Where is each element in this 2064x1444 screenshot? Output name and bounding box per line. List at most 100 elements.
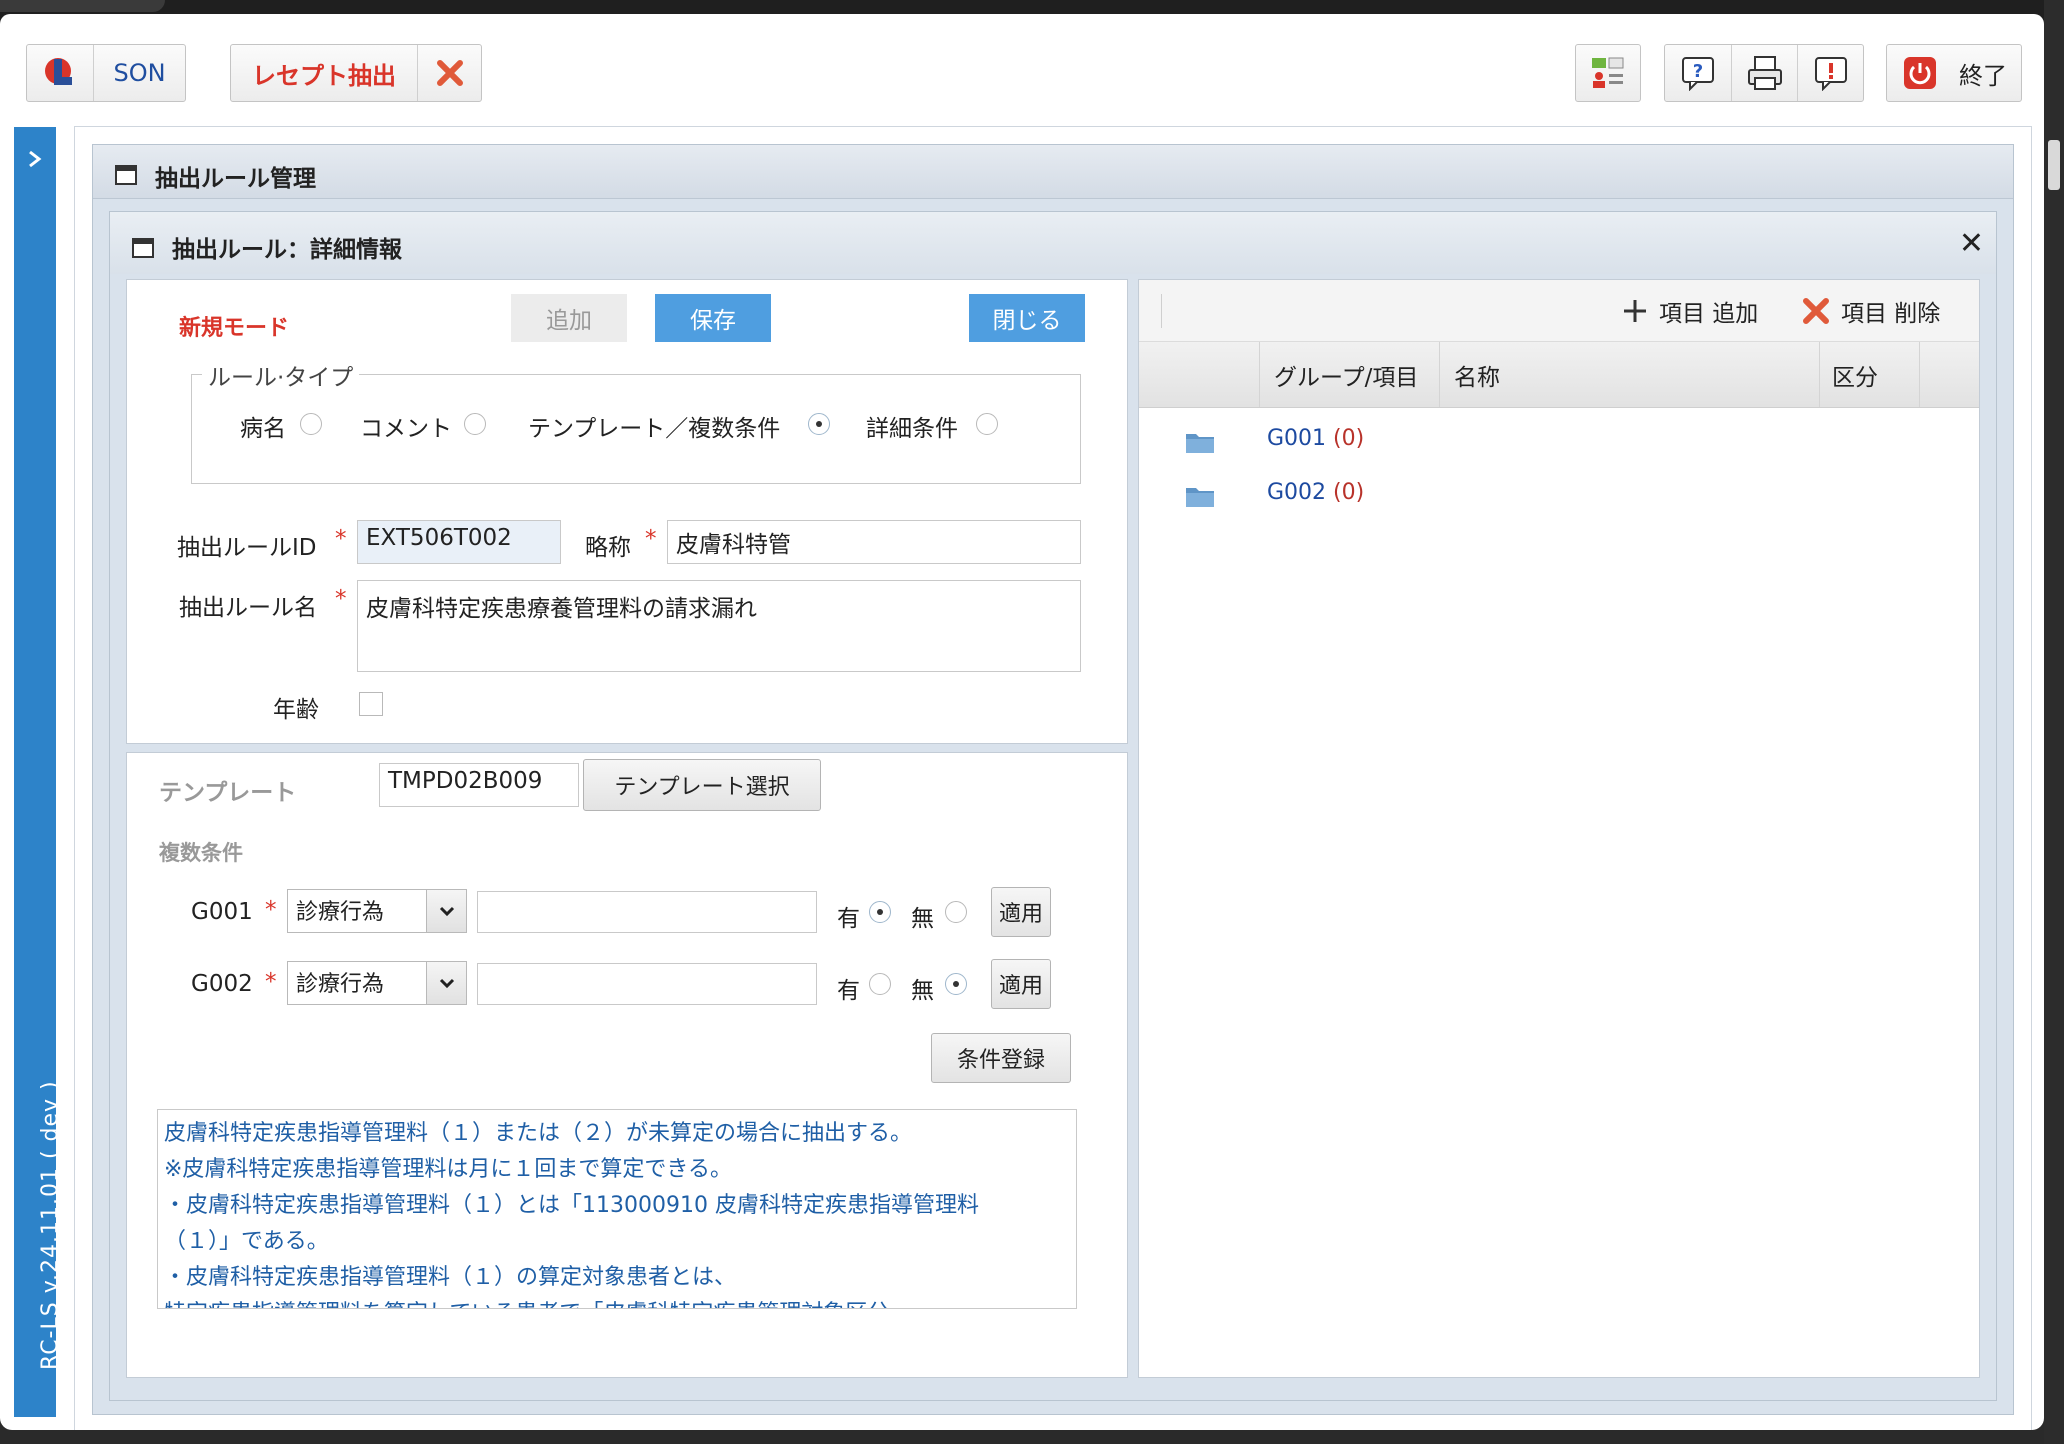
rule-name-field[interactable]: 皮膚科特定疾患療養管理料の請求漏れ: [357, 580, 1081, 672]
plus-icon: [1624, 300, 1646, 322]
condition-yes-radio[interactable]: [869, 901, 891, 923]
description-line: 特定疾患指導管理料を算定している患者で「皮膚科特定疾患管理対象区分: [164, 1296, 1070, 1308]
save-button[interactable]: 保存: [655, 294, 771, 342]
description-line: 皮膚科特定疾患指導管理料（１）または（２）が未算定の場合に抽出する。: [164, 1121, 913, 1146]
column-header-spacer: [1919, 342, 1981, 407]
condition-value-field[interactable]: [477, 891, 817, 933]
rule-type-fieldset: ルール·タイプ 病名 コメント テンプレート／複数条件 詳細条件: [191, 358, 1081, 484]
condition-yes-radio[interactable]: [869, 973, 891, 995]
template-label: テンプレート: [159, 780, 297, 806]
rule-management-header: 抽出ルール管理: [93, 145, 2013, 199]
description-line: ・皮膚科特定疾患指導管理料（１）とは「113000910 皮膚科特定疾患指導管理…: [164, 1193, 979, 1218]
description-line: ※皮膚科特定疾患指導管理料は月に１回まで算定できる。: [164, 1157, 732, 1182]
column-header-group[interactable]: グループ/項目: [1259, 342, 1439, 407]
group-toolbar: 項目 追加 項目 削除: [1139, 280, 1979, 342]
delete-item-label: 項目 削除: [1841, 301, 1941, 327]
folder-icon: [1186, 434, 1214, 453]
condition-type-select[interactable]: 診療行為: [287, 889, 467, 933]
column-header-name[interactable]: 名称: [1439, 342, 1819, 407]
description-line: （１）」である。: [164, 1229, 329, 1254]
apply-button[interactable]: 適用: [991, 887, 1051, 937]
no-label: 無: [911, 978, 934, 1004]
browser-tab-stub: [0, 0, 165, 12]
rule-type-label: コメント: [360, 416, 452, 442]
rule-type-label: 病名: [240, 416, 286, 442]
rule-name-label: 抽出ルール名: [179, 595, 317, 621]
close-button[interactable]: 閉じる: [969, 294, 1085, 342]
background-right-edge: [2044, 0, 2064, 1444]
condition-group-label: G001: [191, 899, 253, 925]
rule-form-panel: 新規モード 追加 保存 閉じる ルール·タイプ 病名 コメント テンプレート／複…: [126, 279, 1128, 744]
column-header-category[interactable]: 区分: [1819, 342, 1919, 407]
group-count: (0): [1333, 426, 1365, 451]
required-mark: *: [645, 526, 657, 552]
register-condition-button[interactable]: 条件登録: [931, 1033, 1071, 1083]
rule-id-field[interactable]: EXT506T002: [357, 520, 561, 564]
exit-label: 終了: [1959, 61, 2007, 90]
required-mark: *: [265, 897, 277, 923]
version-label: RC-LS v.24.11.01 ( dev ): [38, 1080, 63, 1370]
template-select-button[interactable]: テンプレート選択: [583, 759, 821, 811]
add-item-label: 項目 追加: [1659, 301, 1759, 327]
condition-type-value: 診療行為: [296, 900, 385, 925]
id-card-icon: [1576, 45, 1640, 101]
condition-group-label: G002: [191, 971, 253, 997]
rule-type-label: 詳細条件: [866, 416, 958, 442]
group-grid-header: グループ/項目 名称 区分: [1139, 342, 1979, 408]
close-tab-icon[interactable]: [417, 45, 481, 101]
group-id: G001: [1267, 426, 1327, 451]
mode-label: 新規モード: [179, 316, 290, 341]
receipt-extract-tab[interactable]: レセプト抽出: [230, 44, 482, 102]
receipt-extract-label: レセプト抽出: [252, 61, 396, 90]
delete-item-button[interactable]: 項目 削除: [1801, 294, 1940, 328]
tree-row[interactable]: G001 (0): [1139, 422, 1979, 468]
template-field[interactable]: TMPD02B009: [379, 763, 579, 807]
print-icon[interactable]: [1731, 45, 1797, 101]
required-mark: *: [335, 586, 347, 612]
window-icon: [132, 238, 154, 258]
rule-type-radio-template[interactable]: [808, 413, 830, 435]
required-mark: *: [265, 969, 277, 995]
rule-detail-title: 抽出ルール：詳細情報: [172, 237, 402, 263]
yes-label: 有: [837, 978, 860, 1004]
rule-type-label: テンプレート／複数条件: [528, 416, 781, 442]
folder-icon: [1186, 488, 1214, 507]
user-settings-button[interactable]: [1575, 44, 1641, 102]
add-button[interactable]: 追加: [511, 294, 627, 342]
help-icon[interactable]: ?: [1665, 45, 1731, 101]
power-icon: [1887, 45, 1953, 101]
apply-button[interactable]: 適用: [991, 959, 1051, 1009]
age-label: 年齢: [273, 697, 319, 723]
condition-no-radio[interactable]: [945, 901, 967, 923]
rule-management-title: 抽出ルール管理: [155, 166, 316, 192]
description-textarea[interactable]: 皮膚科特定疾患指導管理料（１）または（２）が未算定の場合に抽出する。 ※皮膚科特…: [157, 1109, 1077, 1309]
expand-sidebar-icon[interactable]: [27, 149, 43, 173]
yes-label: 有: [837, 906, 860, 932]
close-dialog-icon[interactable]: ✕: [1959, 226, 1984, 261]
age-checkbox[interactable]: [359, 692, 383, 716]
app-son-button[interactable]: SON: [26, 44, 186, 102]
app-window: SON レセプト抽出 ? 終了 RC-LS v.24.11.01 (dev)…: [0, 14, 2044, 1430]
rule-type-legend: ルール·タイプ: [202, 358, 360, 392]
chevron-down-icon: [426, 890, 466, 932]
group-id: G002: [1267, 480, 1327, 505]
condition-value-field[interactable]: [477, 963, 817, 1005]
group-tree-panel: 項目 追加 項目 削除 グループ/項目 名称 区分 G001 (0) G002 …: [1138, 279, 1980, 1378]
add-item-button[interactable]: 項目 追加: [1621, 294, 1758, 328]
son-label: SON: [113, 59, 166, 87]
exit-button[interactable]: 終了: [1886, 44, 2022, 102]
report-issue-icon[interactable]: [1797, 45, 1863, 101]
condition-no-radio[interactable]: [945, 973, 967, 995]
condition-type-value: 診療行為: [296, 972, 385, 997]
chevron-down-icon: [426, 962, 466, 1004]
background-scrollbar-thumb: [2048, 140, 2060, 190]
required-mark: *: [335, 526, 347, 552]
svg-text:?: ?: [1693, 61, 1703, 82]
help-group: ?: [1664, 44, 1864, 102]
rule-type-radio-detail[interactable]: [976, 413, 998, 435]
rule-type-radio-disease[interactable]: [300, 413, 322, 435]
condition-type-select[interactable]: 診療行為: [287, 961, 467, 1005]
tree-row[interactable]: G002 (0): [1139, 476, 1979, 522]
abbr-field[interactable]: 皮膚科特管: [667, 520, 1081, 564]
rule-type-radio-comment[interactable]: [464, 413, 486, 435]
